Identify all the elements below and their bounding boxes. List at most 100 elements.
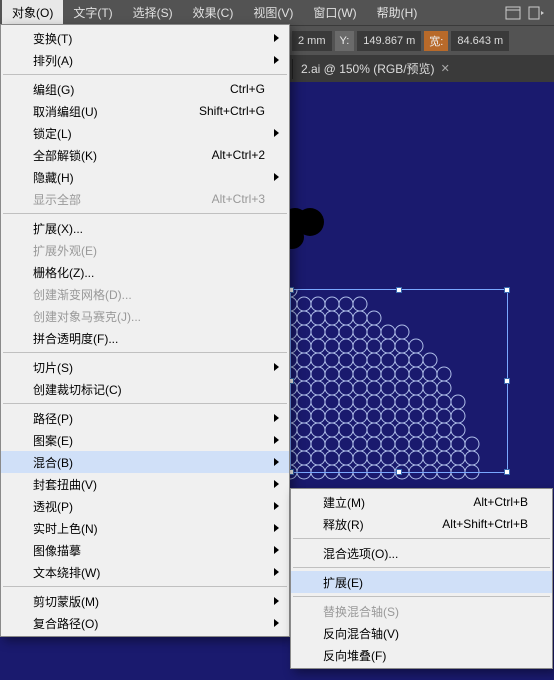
- submenu-arrow-icon: [274, 568, 279, 576]
- menu-shortcut: Alt+Ctrl+3: [212, 192, 265, 206]
- submenu-arrow-icon: [274, 34, 279, 42]
- menu-object[interactable]: 对象(O): [2, 0, 63, 25]
- object-menu-item-11: 扩展外观(E): [1, 239, 289, 261]
- object-menu-item-21[interactable]: 图案(E): [1, 429, 289, 451]
- menu-item-label: 图案(E): [33, 432, 73, 449]
- menu-separator: [3, 403, 287, 404]
- selection-bbox: [290, 289, 508, 473]
- menu-shortcut: Alt+Shift+Ctrl+B: [442, 517, 528, 531]
- w-label: 宽:: [424, 31, 448, 51]
- object-menu-item-26[interactable]: 图像描摹: [1, 539, 289, 561]
- object-menu-item-30[interactable]: 复合路径(O): [1, 612, 289, 634]
- object-menu-item-15[interactable]: 拼合透明度(F)...: [1, 327, 289, 349]
- object-menu-item-29[interactable]: 剪切蒙版(M): [1, 590, 289, 612]
- submenu-arrow-icon: [274, 619, 279, 627]
- object-menu-item-7[interactable]: 隐藏(H): [1, 166, 289, 188]
- menu-select[interactable]: 选择(S): [123, 0, 183, 25]
- handle-tr[interactable]: [504, 287, 510, 293]
- menu-separator: [3, 74, 287, 75]
- menu-item-label: 混合(B): [33, 454, 73, 471]
- menu-item-label: 文本绕排(W): [33, 564, 100, 581]
- menu-item-label: 扩展外观(E): [33, 242, 97, 259]
- object-menu-item-3[interactable]: 编组(G)Ctrl+G: [1, 78, 289, 100]
- submenu-arrow-icon: [274, 502, 279, 510]
- menu-item-label: 释放(R): [323, 516, 364, 533]
- tab-title: 2.ai @ 150% (RGB/预览): [301, 60, 435, 77]
- blend-submenu-item-9[interactable]: 反向堆叠(F): [291, 644, 552, 666]
- object-menu-item-4[interactable]: 取消编组(U) Shift+Ctrl+G: [1, 100, 289, 122]
- menu-type[interactable]: 文字(T): [63, 0, 122, 25]
- submenu-arrow-icon: [274, 129, 279, 137]
- object-menu-item-18[interactable]: 创建裁切标记(C): [1, 378, 289, 400]
- object-menu-item-6[interactable]: 全部解锁(K)Alt+Ctrl+2: [1, 144, 289, 166]
- menu-item-label: 拼合透明度(F)...: [33, 330, 118, 347]
- object-menu-item-20[interactable]: 路径(P): [1, 407, 289, 429]
- submenu-arrow-icon: [274, 173, 279, 181]
- object-menu-item-12[interactable]: 栅格化(Z)...: [1, 261, 289, 283]
- menu-item-label: 复合路径(O): [33, 615, 98, 632]
- blend-submenu-item-5[interactable]: 扩展(E): [291, 571, 552, 593]
- menu-separator: [293, 567, 550, 568]
- menu-item-label: 混合选项(O)...: [323, 545, 398, 562]
- menu-separator: [3, 586, 287, 587]
- object-menu-item-24[interactable]: 透视(P): [1, 495, 289, 517]
- menu-item-label: 反向堆叠(F): [323, 647, 386, 664]
- menu-item-label: 透视(P): [33, 498, 73, 515]
- object-menu-item-10[interactable]: 扩展(X)...: [1, 217, 289, 239]
- layout-icon[interactable]: [504, 4, 522, 22]
- menu-item-label: 取消编组(U): [33, 103, 98, 120]
- submenu-arrow-icon: [274, 597, 279, 605]
- menu-view[interactable]: 视图(V): [243, 0, 303, 25]
- x-value[interactable]: 2 mm: [292, 31, 332, 51]
- menu-help[interactable]: 帮助(H): [367, 0, 428, 25]
- menubar-right-icons: [504, 4, 552, 22]
- menu-item-label: 隐藏(H): [33, 169, 74, 186]
- menu-item-label: 创建渐变网格(D)...: [33, 286, 132, 303]
- object-menu-item-1[interactable]: 排列(A): [1, 49, 289, 71]
- menu-separator: [3, 213, 287, 214]
- blend-submenu-item-7: 替换混合轴(S): [291, 600, 552, 622]
- menubar: 对象(O) 文字(T) 选择(S) 效果(C) 视图(V) 窗口(W) 帮助(H…: [0, 0, 554, 25]
- menu-item-label: 栅格化(Z)...: [33, 264, 94, 281]
- menu-item-label: 剪切蒙版(M): [33, 593, 99, 610]
- menu-shortcut: Ctrl+G: [230, 82, 265, 96]
- object-menu-item-13: 创建渐变网格(D)...: [1, 283, 289, 305]
- document-tab[interactable]: 2.ai @ 150% (RGB/预览) ✕: [293, 55, 458, 82]
- menu-window[interactable]: 窗口(W): [303, 0, 366, 25]
- object-menu-item-25[interactable]: 实时上色(N): [1, 517, 289, 539]
- menu-item-label: 锁定(L): [33, 125, 72, 142]
- handle-br[interactable]: [504, 469, 510, 475]
- menu-item-label: 全部解锁(K): [33, 147, 97, 164]
- menu-effect[interactable]: 效果(C): [183, 0, 244, 25]
- submenu-arrow-icon: [274, 414, 279, 422]
- menu-item-label: 排列(A): [33, 52, 73, 69]
- w-value[interactable]: 84.643 m: [451, 31, 509, 51]
- blend-submenu-item-3[interactable]: 混合选项(O)...: [291, 542, 552, 564]
- arrange-icon[interactable]: [528, 4, 546, 22]
- object-menu-item-27[interactable]: 文本绕排(W): [1, 561, 289, 583]
- close-icon[interactable]: ✕: [441, 62, 450, 75]
- object-menu-item-17[interactable]: 切片(S): [1, 356, 289, 378]
- object-menu-item-0[interactable]: 变换(T): [1, 27, 289, 49]
- blend-submenu-item-1[interactable]: 释放(R) Alt+Shift+Ctrl+B: [291, 513, 552, 535]
- object-menu-item-5[interactable]: 锁定(L): [1, 122, 289, 144]
- menu-item-label: 替换混合轴(S): [323, 603, 399, 620]
- blend-submenu[interactable]: 建立(M)Alt+Ctrl+B 释放(R) Alt+Shift+Ctrl+B 混合选项…: [290, 488, 553, 669]
- object-menu-item-23[interactable]: 封套扭曲(V): [1, 473, 289, 495]
- handle-mr[interactable]: [504, 378, 510, 384]
- submenu-arrow-icon: [274, 436, 279, 444]
- menu-shortcut: Shift+Ctrl+G: [199, 104, 265, 118]
- handle-tm[interactable]: [396, 287, 402, 293]
- blend-submenu-item-8[interactable]: 反向混合轴(V): [291, 622, 552, 644]
- submenu-arrow-icon: [274, 363, 279, 371]
- menu-item-label: 反向混合轴(V): [323, 625, 399, 642]
- handle-bm[interactable]: [396, 469, 402, 475]
- object-menu[interactable]: 变换(T) 排列(A) 编组(G)Ctrl+G 取消编组(U) Shift+Ctrl+G…: [0, 24, 290, 637]
- y-value[interactable]: 149.867 m: [357, 31, 421, 51]
- object-menu-item-22[interactable]: 混合(B): [1, 451, 289, 473]
- menu-item-label: 建立(M): [323, 494, 365, 511]
- blend-submenu-item-0[interactable]: 建立(M)Alt+Ctrl+B: [291, 491, 552, 513]
- menu-separator: [293, 538, 550, 539]
- submenu-arrow-icon: [274, 524, 279, 532]
- menu-item-label: 实时上色(N): [33, 520, 98, 537]
